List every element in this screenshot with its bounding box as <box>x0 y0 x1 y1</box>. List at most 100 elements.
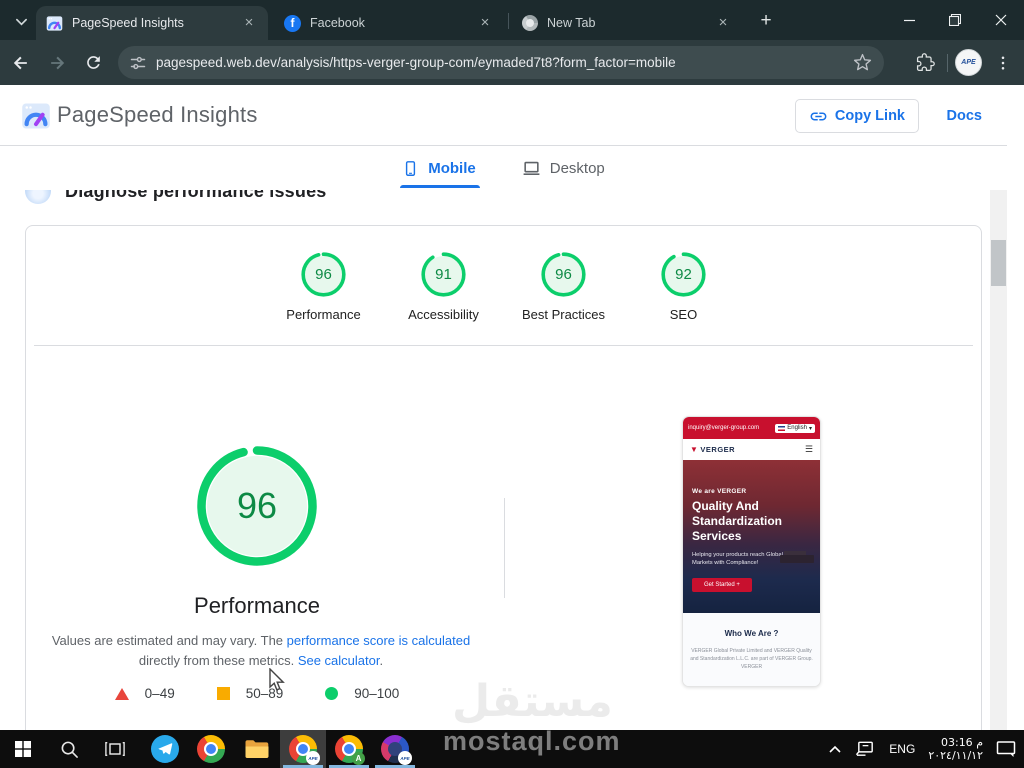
desc-text: . <box>379 653 384 668</box>
back-icon[interactable] <box>6 48 36 78</box>
task-view-button[interactable] <box>92 730 138 768</box>
tab-close-icon[interactable]: × <box>476 14 494 32</box>
copy-link-button[interactable]: Copy Link <box>794 99 919 133</box>
score-label: Accessibility <box>408 307 479 322</box>
taskbar-chrome[interactable] <box>188 730 234 768</box>
performance-score-gauge: 96 <box>195 444 319 568</box>
url-text[interactable]: pagespeed.web.dev/analysis/https-verger-… <box>156 55 853 70</box>
start-button[interactable] <box>0 730 46 768</box>
a-badge-icon: A <box>352 752 365 765</box>
preview-language-selector: English ▾ <box>775 423 815 433</box>
device-tabs-bar: Mobile Desktop <box>0 146 1007 190</box>
hamburger-menu-icon: ☰ <box>804 444 813 454</box>
tab-desktop-label: Desktop <box>549 160 605 177</box>
scrollbar-thumb[interactable] <box>991 240 1006 286</box>
tab-title: PageSpeed Insights <box>72 16 184 30</box>
chrome-icon <box>197 735 225 763</box>
docs-link[interactable]: Docs <box>947 108 982 124</box>
who-we-are-text: VERGER Global Private Limited and VERGER… <box>690 648 813 670</box>
tab-close-icon[interactable]: × <box>240 14 258 32</box>
score-label: Performance <box>286 307 361 322</box>
language-indicator[interactable]: ENG <box>889 742 915 756</box>
taskbar-chrome-profile-1[interactable]: APE <box>280 730 326 768</box>
tab-mobile[interactable]: Mobile <box>400 159 481 188</box>
tab-mobile-label: Mobile <box>428 160 476 177</box>
tab-pagespeed[interactable]: PageSpeed Insights × <box>36 6 268 40</box>
chrome-icon: A <box>335 735 365 765</box>
task-view-icon <box>105 741 125 757</box>
browser-menu-icon[interactable] <box>988 48 1018 78</box>
taskbar-telegram[interactable] <box>142 730 188 768</box>
taskbar-app-ape[interactable]: APE <box>372 730 418 768</box>
new-tab-button[interactable]: + <box>753 8 779 34</box>
action-center-icon[interactable] <box>996 740 1016 758</box>
forward-icon[interactable] <box>42 48 72 78</box>
reload-icon[interactable] <box>78 48 108 78</box>
link-icon <box>810 112 827 120</box>
preview-topbar: inquiry@verger-group.com English ▾ <box>683 417 820 439</box>
taskbar-file-explorer[interactable] <box>234 730 280 768</box>
hero-kicker: We are VERGER <box>692 488 747 495</box>
facebook-favicon: f <box>284 14 301 32</box>
profile-avatar[interactable]: APE <box>955 49 982 76</box>
browser-toolbar: pagespeed.web.dev/analysis/https-verger-… <box>0 40 1024 85</box>
score-calculated-link[interactable]: performance score is calculated <box>287 633 471 648</box>
preview-about-section: Who We Are ? VERGER Global Private Limit… <box>683 613 820 686</box>
performance-description: Values are estimated and may vary. The p… <box>46 631 476 671</box>
verger-logo-mark: ▼ <box>690 445 699 454</box>
taskbar-search-button[interactable] <box>46 730 92 768</box>
tab-title: Facebook <box>310 16 365 30</box>
score-value: 91 <box>435 266 452 283</box>
system-tray: ENG 03:16 م ٢٠٢٤/١١/١٢ <box>828 730 1016 768</box>
score-cell-seo[interactable]: 92 SEO <box>624 251 744 322</box>
minimize-button[interactable] <box>886 0 932 40</box>
page-scrollbar[interactable] <box>990 170 1007 730</box>
score-legend: 0–49 50–89 90–100 <box>26 686 488 701</box>
tab-newtab[interactable]: New Tab × <box>512 6 742 40</box>
taskbar-chrome-profile-2[interactable]: A <box>326 730 372 768</box>
see-calculator-link[interactable]: See calculator <box>298 653 380 668</box>
results-card: 96 Performance 91 Accessibility 96 Best … <box>25 225 982 730</box>
score-summary-row: 96 Performance 91 Accessibility 96 Best … <box>26 251 981 322</box>
tab-facebook[interactable]: f Facebook × <box>274 6 504 40</box>
performance-section-title: Performance <box>194 593 320 618</box>
best-practices-gauge: 96 <box>540 251 587 298</box>
site-settings-icon[interactable] <box>130 55 146 71</box>
green-circle-icon <box>325 687 339 700</box>
legend-item-good: 90–100 <box>325 686 399 701</box>
tab-close-icon[interactable]: × <box>714 14 732 32</box>
clock-time: 03:16 م <box>940 736 983 749</box>
tab-search-icon[interactable] <box>10 10 32 32</box>
watermark-latin: mostaql.com <box>443 726 621 756</box>
caret-down-icon: ▾ <box>808 425 812 432</box>
clock[interactable]: 03:16 م ٢٠٢٤/١١/١٢ <box>928 736 983 762</box>
hidden-icons-chevron[interactable] <box>828 744 842 754</box>
red-triangle-icon <box>114 687 129 700</box>
page-content: PageSpeed Insights Copy Link Docs Mobile… <box>0 85 1007 730</box>
score-value: 96 <box>555 266 572 283</box>
cargo-ship-image <box>780 551 814 563</box>
score-value: 96 <box>315 266 332 283</box>
newtab-favicon <box>522 15 538 31</box>
score-cell-performance[interactable]: 96 Performance <box>264 251 384 322</box>
clock-date: ٢٠٢٤/١١/١٢ <box>928 749 983 762</box>
ape-badge-icon: APE <box>306 751 320 765</box>
uk-flag-icon <box>778 425 786 431</box>
address-bar[interactable]: pagespeed.web.dev/analysis/https-verger-… <box>118 46 884 79</box>
close-window-button[interactable] <box>978 0 1024 40</box>
extensions-icon[interactable] <box>910 48 940 78</box>
screen: PageSpeed Insights × f Facebook × New Ta… <box>0 0 1024 768</box>
preview-hero: We are VERGER Quality And Standardization… <box>683 460 820 613</box>
maximize-button[interactable] <box>932 0 978 40</box>
network-icon[interactable] <box>855 740 876 758</box>
score-cell-best-practices[interactable]: 96 Best Practices <box>504 251 624 322</box>
preview-navbar: ▼ VERGER ☰ <box>683 439 820 460</box>
seo-gauge: 92 <box>660 251 707 298</box>
tab-desktop[interactable]: Desktop <box>522 159 605 178</box>
legend-range: 90–100 <box>354 686 400 701</box>
desc-text: Values are estimated and may vary. The <box>51 633 287 648</box>
bookmark-star-icon[interactable] <box>853 53 872 72</box>
performance-score-value: 96 <box>236 485 278 526</box>
performance-gauge: 96 <box>300 251 347 298</box>
score-cell-accessibility[interactable]: 91 Accessibility <box>384 251 504 322</box>
